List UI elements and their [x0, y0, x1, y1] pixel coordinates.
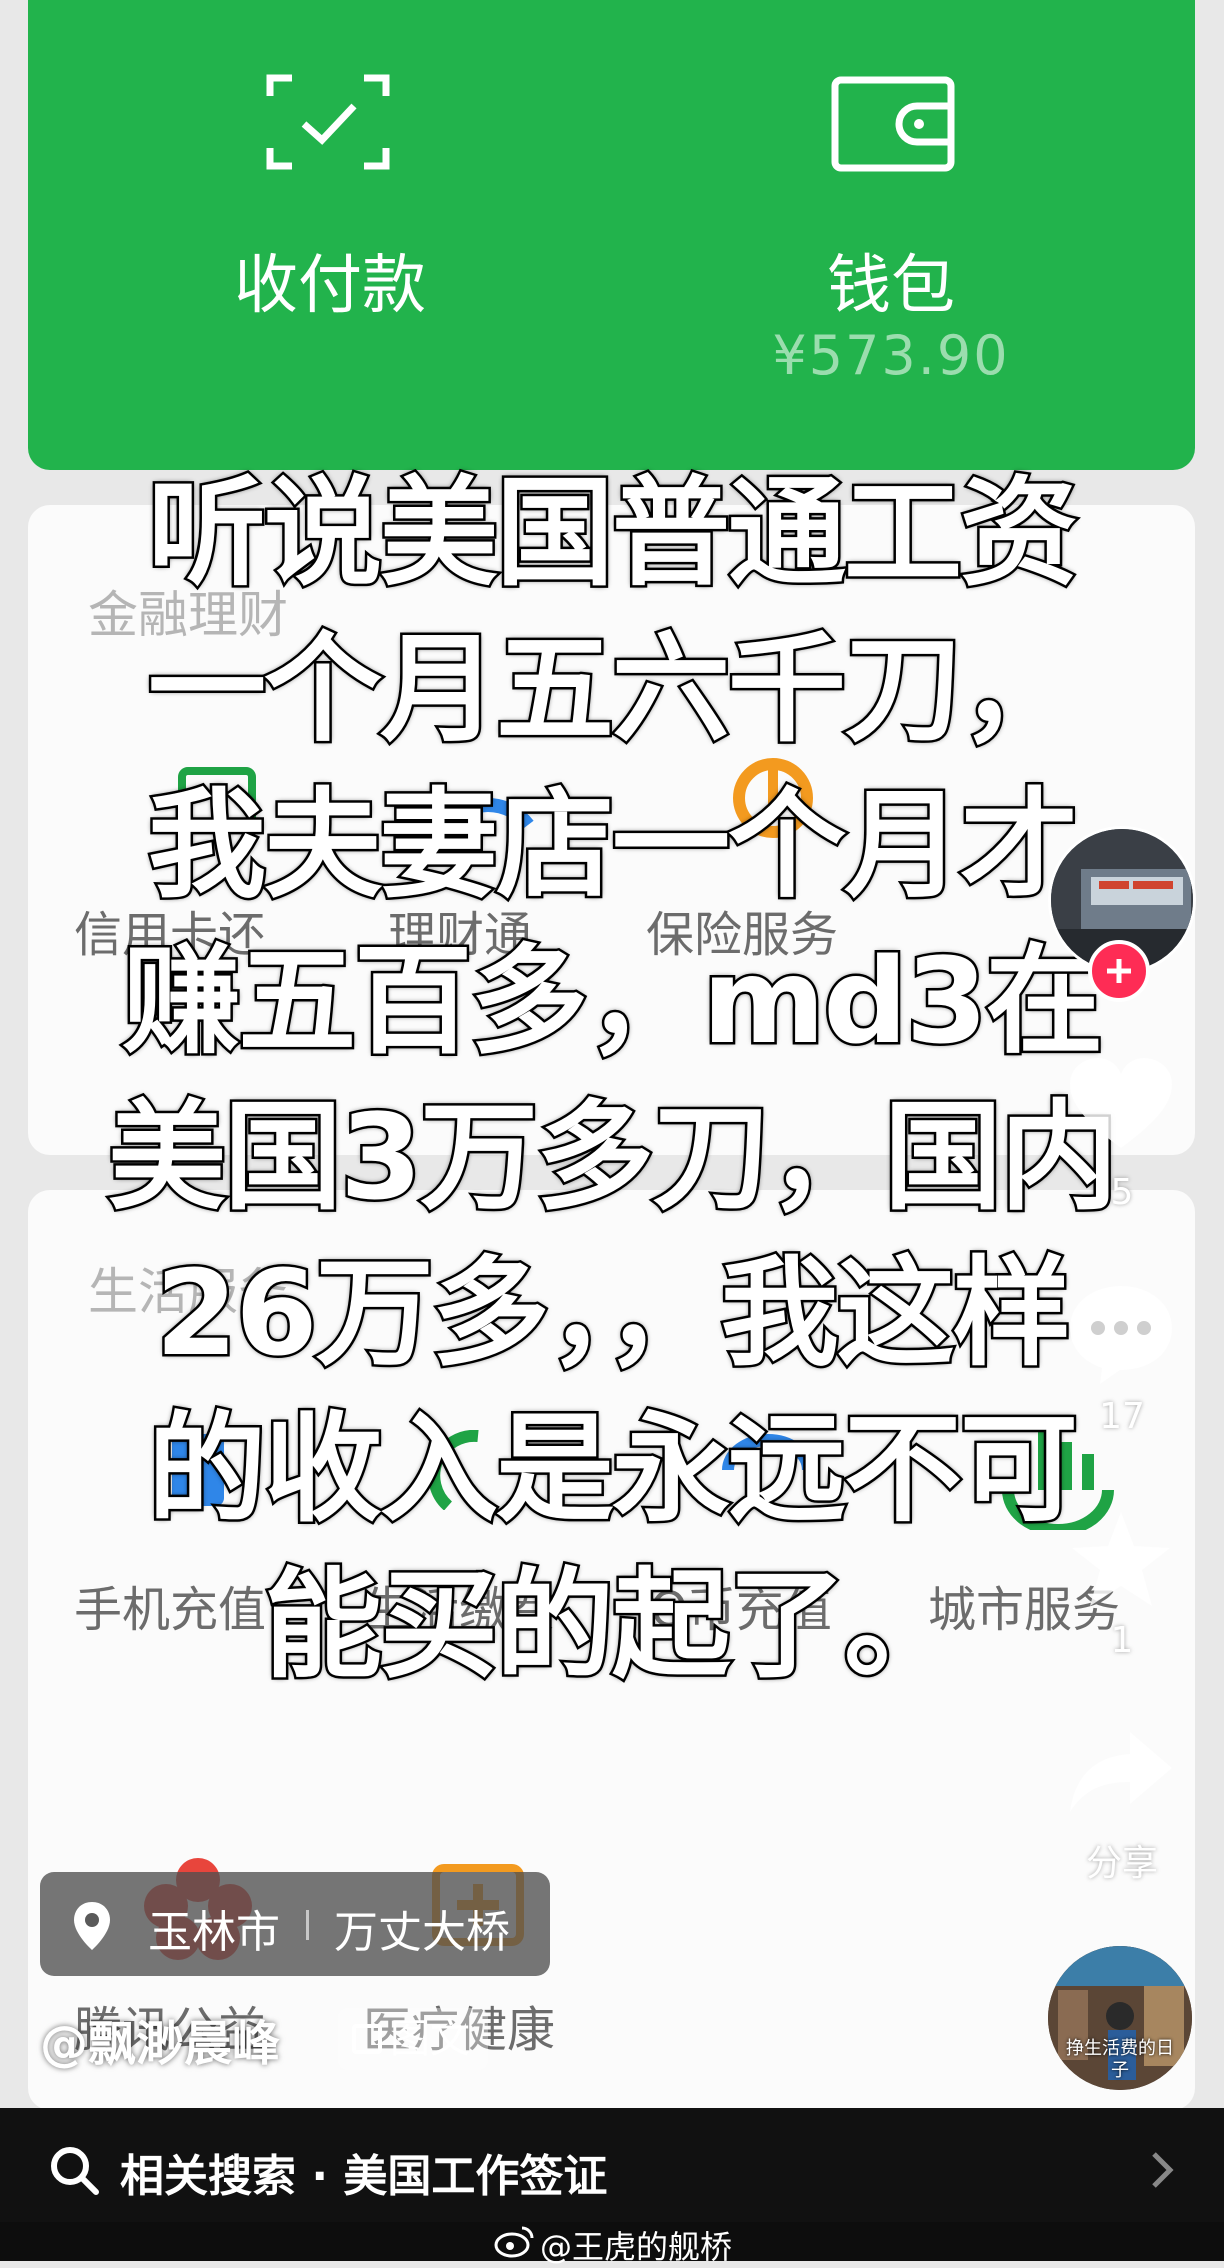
comment-count: 17 — [1099, 1396, 1145, 1437]
chevron-right-icon — [1150, 2150, 1176, 2194]
location-city: 玉林市 — [148, 1907, 280, 1958]
pay-label[interactable]: 收付款 — [150, 234, 510, 326]
caption-line: 能买的起了。 — [261, 1554, 964, 1697]
image-text-label: 图文 — [390, 2016, 470, 2062]
watermark-text: @王虎的舰桥 — [540, 2228, 733, 2266]
share-icon[interactable] — [1066, 1728, 1176, 1822]
caption-line: 赚五百多，md3在 — [120, 930, 1107, 1073]
wallet-label[interactable]: 钱包 — [711, 234, 1071, 326]
search-icon — [48, 2144, 100, 2200]
location-pin-icon — [72, 1900, 112, 1956]
caption-line: 听说美国普通工资 — [145, 462, 1080, 605]
related-search-query: 美国工作签证 — [343, 2151, 608, 2202]
image-text-tag: 图文 — [338, 2008, 488, 2070]
caption-line: 美国3万多刀，国内 — [105, 1086, 1120, 1229]
favorite-count: 1 — [1110, 1620, 1134, 1661]
caption-line: 我夫妻店一个月才 — [145, 774, 1080, 917]
location-place: 万丈大桥 — [334, 1907, 510, 1958]
weibo-logo-icon — [494, 2224, 534, 2262]
comment-icon[interactable] — [1066, 1282, 1176, 1390]
location-divider — [306, 1910, 309, 1940]
watermark-bar: @王虎的舰桥 — [0, 2222, 1224, 2266]
wallet-icon[interactable] — [831, 76, 955, 176]
wallet-card: 收付款 钱包 ¥573.90 — [28, 0, 1195, 470]
favorite-star-icon[interactable] — [1066, 1508, 1176, 1616]
share-label[interactable]: 分享 — [1062, 1834, 1182, 1886]
caption-line: 一个月五六千刀， — [145, 618, 1080, 761]
like-icon[interactable] — [1066, 1056, 1176, 1160]
related-search-bar[interactable]: 相关搜索 · 美国工作签证 — [0, 2108, 1224, 2232]
image-text-icon — [352, 2024, 382, 2054]
caption-line: 26万多，，我这样 — [153, 1242, 1073, 1385]
related-search-text: 相关搜索 · 美国工作签证 — [120, 2140, 607, 2204]
overlay-caption: 听说美国普通工资 一个月五六千刀， 我夫妻店一个月才 赚五百多，md3在 美国3… — [0, 455, 1224, 1703]
related-search-separator: · — [311, 2151, 329, 2202]
location-tag[interactable]: 玉林市 万丈大桥 — [40, 1872, 550, 1976]
caption-line: 的收入是永远不可 — [145, 1398, 1080, 1541]
wallet-balance: ¥573.90 — [772, 324, 1010, 387]
like-count: 5 — [1110, 1172, 1134, 1213]
music-disc-text: 挣生活费的日子 — [1066, 2038, 1174, 2081]
related-search-prefix: 相关搜索 — [120, 2151, 296, 2202]
author-handle[interactable]: @飘渺晨峰 — [40, 2004, 280, 2074]
follow-button[interactable] — [1088, 940, 1150, 1002]
scan-pay-icon[interactable] — [266, 72, 390, 176]
music-disc[interactable]: 挣生活费的日子 — [1048, 1946, 1192, 2090]
